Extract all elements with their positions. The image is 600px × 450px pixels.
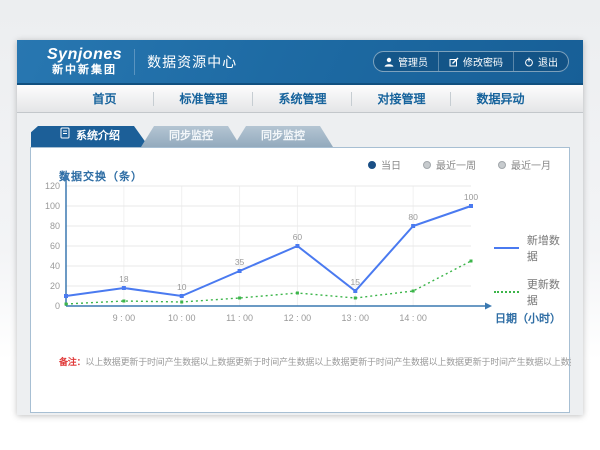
edit-icon — [449, 57, 459, 67]
footnote: 备注：以上数据更新于时间产生数据以上数据更新于时间产生数据以上数据更新于时间产生… — [59, 355, 571, 368]
svg-text:80: 80 — [50, 221, 60, 231]
document-icon — [60, 126, 70, 147]
legend-item-updated-data[interactable]: 更新数据 — [494, 276, 569, 308]
svg-text:18: 18 — [119, 274, 129, 284]
logout-button[interactable]: 退出 — [513, 52, 568, 71]
svg-text:15: 15 — [351, 277, 361, 287]
legend-line-sample-solid — [494, 247, 519, 249]
brand-logo: Synjones 新中新集团 — [47, 47, 122, 76]
svg-text:100: 100 — [464, 192, 478, 202]
svg-text:13 : 00: 13 : 00 — [342, 313, 370, 323]
brand-logo-subtext: 新中新集团 — [47, 65, 122, 76]
power-icon — [524, 57, 534, 67]
line-chart: 0 20 40 60 80 100 120 9 : 00 10 : 00 11 : 00 12 : … — [31, 168, 571, 356]
logout-label: 退出 — [538, 54, 558, 69]
change-password-button[interactable]: 修改密码 — [438, 52, 513, 71]
svg-text:60: 60 — [50, 241, 60, 251]
footnote-text: 以上数据更新于时间产生数据以上数据更新于时间产生数据以上数据更新于时间产生数据以… — [85, 357, 571, 367]
user-toolbar: 管理员 修改密码 退出 — [373, 51, 569, 72]
nav-item-interface-mgmt[interactable]: 对接管理 — [352, 85, 451, 112]
current-user-label: 管理员 — [398, 54, 428, 69]
tab-sync-monitor-2[interactable]: 同步监控 — [233, 126, 333, 147]
svg-text:11 : 00: 11 : 00 — [226, 313, 253, 323]
svg-text:10: 10 — [177, 282, 187, 292]
svg-text:100: 100 — [45, 201, 60, 211]
header-divider — [134, 49, 135, 75]
footnote-prefix: 备注： — [59, 357, 85, 367]
svg-text:9 : 00: 9 : 00 — [113, 313, 136, 323]
app-header: Synjones 新中新集团 数据资源中心 管理员 修改密码 — [17, 40, 583, 85]
legend-line-sample-dotted — [494, 291, 519, 293]
nav-item-standard-mgmt[interactable]: 标准管理 — [154, 85, 253, 112]
tab-sync-monitor-1[interactable]: 同步监控 — [141, 126, 241, 147]
svg-text:35: 35 — [235, 257, 245, 267]
svg-text:14 : 00: 14 : 00 — [399, 313, 427, 323]
tab-bar: 系统介绍 同步监控 同步监控 — [31, 126, 583, 147]
nav-item-system-mgmt[interactable]: 系统管理 — [253, 85, 352, 112]
brand-logo-text: Synjones — [47, 47, 122, 63]
page-title: 数据资源中心 — [147, 52, 237, 72]
svg-text:60: 60 — [293, 232, 303, 242]
legend-label: 新增数据 — [527, 232, 569, 264]
svg-text:120: 120 — [45, 181, 60, 191]
svg-text:80: 80 — [408, 212, 418, 222]
svg-text:10 : 00: 10 : 00 — [168, 313, 196, 323]
main-nav: 首页 标准管理 系统管理 对接管理 数据异动 — [17, 85, 583, 113]
nav-item-data-change[interactable]: 数据异动 — [451, 85, 550, 112]
svg-text:20: 20 — [50, 281, 60, 291]
tab-label: 系统介绍 — [76, 126, 120, 147]
legend-item-new-data[interactable]: 新增数据 — [494, 232, 569, 264]
svg-text:0: 0 — [55, 301, 60, 311]
user-icon — [384, 57, 394, 67]
svg-text:日期（小时）: 日期（小时） — [495, 311, 561, 325]
svg-text:12 : 00: 12 : 00 — [284, 313, 312, 323]
current-user-button[interactable]: 管理员 — [374, 52, 438, 71]
chart-legend: 新增数据 更新数据 — [494, 232, 569, 308]
legend-label: 更新数据 — [527, 276, 569, 308]
content-panel: 当日 最近一周 最近一月 数据交换（条） 0204060801001209 : … — [30, 147, 570, 413]
svg-text:40: 40 — [50, 261, 60, 271]
portal-page: Synjones 新中新集团 数据资源中心 管理员 修改密码 — [17, 40, 583, 415]
tab-system-intro[interactable]: 系统介绍 — [31, 126, 149, 147]
nav-item-home[interactable]: 首页 — [55, 85, 154, 112]
change-password-label: 修改密码 — [463, 54, 503, 69]
